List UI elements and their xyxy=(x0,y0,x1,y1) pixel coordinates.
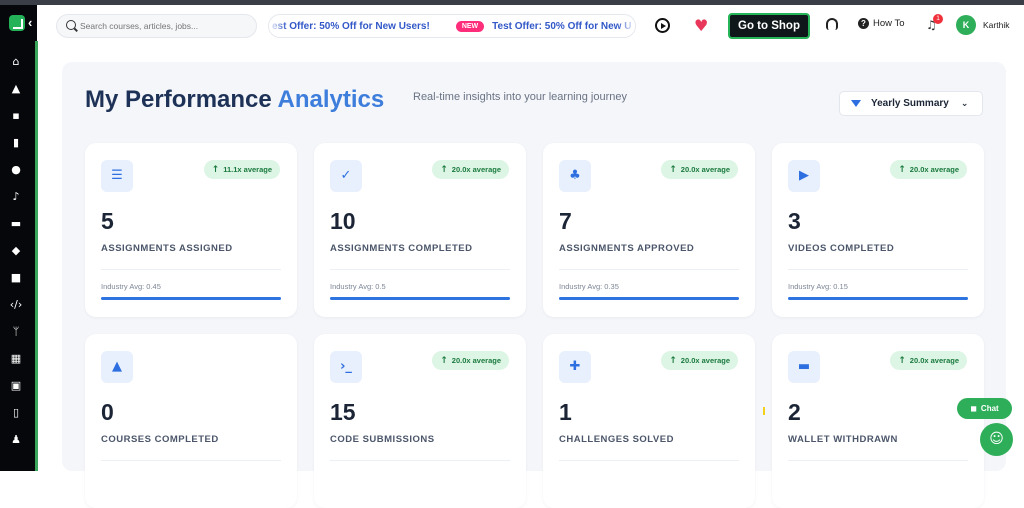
sidebar-accent-bar xyxy=(35,41,38,471)
stat-value: 5 xyxy=(101,208,114,234)
heart-pulse-icon[interactable]: ♥ xyxy=(694,16,708,35)
top-header: est Offer: 50% Off for New Users! NEW Te… xyxy=(38,5,1024,48)
graduation-cap-icon: ▲ xyxy=(101,351,133,383)
chat-bubbles-icon[interactable]: ◆ xyxy=(9,244,23,258)
industry-average: Industry Avg: 0.5 xyxy=(330,282,386,291)
text-cursor xyxy=(763,407,765,415)
lightbulb-icon[interactable]: ● xyxy=(9,163,23,177)
notification-badge: 1 xyxy=(933,14,943,24)
stat-card-challenges-solved[interactable]: ✚ ↑ 20.0x average 1 CHALLENGES SOLVED xyxy=(543,334,755,508)
stat-card-assignments-completed[interactable]: ✓ ↑ 20.0x average 10 ASSIGNMENTS COMPLETE… xyxy=(314,143,526,317)
yearly-summary-dropdown[interactable]: Yearly Summary ⌄ xyxy=(839,91,983,116)
graduation-cap-icon[interactable]: ▲ xyxy=(9,82,23,96)
wallet-icon: ▬ xyxy=(788,351,820,383)
stat-value: 3 xyxy=(788,208,801,234)
industry-average: Industry Avg: 0.45 xyxy=(101,282,161,291)
progress-bar xyxy=(330,297,510,300)
stat-label: CODE SUBMISSIONS xyxy=(330,434,435,445)
home-icon[interactable]: ⌂ xyxy=(9,55,23,69)
user-name[interactable]: Karthik xyxy=(983,20,1009,30)
page-title-main: My Performance xyxy=(85,86,272,113)
code-icon[interactable]: ‹/› xyxy=(9,298,23,312)
briefcase-icon[interactable]: ▣ xyxy=(9,379,23,393)
page-subtitle: Real-time insights into your learning jo… xyxy=(413,91,627,103)
search-input[interactable] xyxy=(80,18,250,34)
play-circle-icon: ▶ xyxy=(788,160,820,192)
collapse-sidebar-icon[interactable]: ‹ xyxy=(28,15,32,30)
average-pill: ↑ 11.1x average xyxy=(203,160,280,179)
app-logo[interactable] xyxy=(9,15,25,31)
stat-card-videos-completed[interactable]: ▶ ↑ 20.0x average 3 VIDEOS COMPLETED Indu… xyxy=(772,143,984,317)
promo-ticker[interactable]: est Offer: 50% Off for New Users! NEW Te… xyxy=(268,14,636,38)
page-title: My Performance Analytics xyxy=(85,86,384,114)
calendar-icon[interactable]: ▦ xyxy=(9,352,23,366)
go-to-shop-button[interactable]: Go to Shop xyxy=(728,13,810,39)
double-check-icon: ✓ xyxy=(330,160,362,192)
industry-average: Industry Avg: 0.35 xyxy=(559,282,619,291)
stat-label: ASSIGNMENTS COMPLETED xyxy=(330,243,473,254)
search-icon xyxy=(66,20,76,30)
stat-label: ASSIGNMENTS ASSIGNED xyxy=(101,243,233,254)
average-pill: ↑ 20.0x average xyxy=(890,160,967,179)
stat-value: 7 xyxy=(559,208,572,234)
checklist-icon: ☰ xyxy=(101,160,133,192)
document-icon[interactable]: ▯ xyxy=(9,406,23,420)
average-pill: ↑ 20.0x average xyxy=(432,160,509,179)
chat-bubble-icon: ◼ xyxy=(970,404,977,413)
notes-icon[interactable]: ▪ xyxy=(9,109,23,123)
new-badge: NEW xyxy=(455,20,485,32)
chat-label: Chat xyxy=(980,404,999,413)
progress-bar xyxy=(101,297,281,300)
ticker-offer-text: est Offer: 50% Off for New Users! xyxy=(272,20,430,32)
chatbot-icon[interactable]: ☺ xyxy=(980,423,1013,456)
filter-icon xyxy=(851,100,861,107)
stat-label: WALLET WITHDRAWN xyxy=(788,434,898,445)
play-circle-icon[interactable] xyxy=(655,18,670,33)
chat-button[interactable]: ◼ Chat xyxy=(957,398,1012,419)
average-pill: ↑ 20.0x average xyxy=(890,351,967,370)
book-icon[interactable]: ▬ xyxy=(9,217,23,231)
stat-value: 2 xyxy=(788,399,801,425)
progress-bar xyxy=(788,297,968,300)
stat-value: 0 xyxy=(101,399,114,425)
stat-value: 15 xyxy=(330,399,356,425)
average-pill: ↑ 20.0x average xyxy=(661,351,738,370)
newspaper-icon[interactable]: ■ xyxy=(9,271,23,285)
headset-icon[interactable] xyxy=(826,18,838,30)
progress-bar xyxy=(559,297,739,300)
stat-card-courses-completed[interactable]: ▲ 0 COURSES COMPLETED xyxy=(85,334,297,508)
average-pill: ↑ 20.0x average xyxy=(432,351,509,370)
stat-label: COURSES COMPLETED xyxy=(101,434,219,445)
help-icon: ? xyxy=(858,18,869,29)
yearly-summary-label: Yearly Summary xyxy=(871,98,949,109)
puzzle-icon: ✚ xyxy=(559,351,591,383)
stat-value: 1 xyxy=(559,399,572,425)
ticker-offer-text-2: Test Offer: 50% Off for New U xyxy=(492,20,632,32)
sidebar: ‹ ⌂ ▲ ▪ ▮ ● ♪ ▬ ◆ ■ ‹/› ᛘ ▦ ▣ ▯ ♟ xyxy=(0,5,38,471)
stat-card-code-submissions[interactable]: ›_ ↑ 20.0x average 15 CODE SUBMISSIONS xyxy=(314,334,526,508)
microphone-icon[interactable]: ♪ xyxy=(9,190,23,204)
chevron-down-icon: ⌄ xyxy=(960,98,969,109)
stat-label: VIDEOS COMPLETED xyxy=(788,243,895,254)
average-pill: ↑ 20.0x average xyxy=(661,160,738,179)
how-to-label: How To xyxy=(873,18,905,29)
clipboard-icon[interactable]: ▮ xyxy=(9,136,23,150)
terminal-icon: ›_ xyxy=(330,351,362,383)
branch-icon[interactable]: ᛘ xyxy=(9,325,23,339)
stat-label: CHALLENGES SOLVED xyxy=(559,434,674,445)
avatar[interactable]: K xyxy=(956,15,976,35)
stat-card-assignments-assigned[interactable]: ☰ ↑ 11.1x average 5 ASSIGNMENTS ASSIGNED … xyxy=(85,143,297,317)
stat-value: 10 xyxy=(330,208,356,234)
search-box[interactable] xyxy=(56,14,257,38)
thumbs-up-icon: ♣ xyxy=(559,160,591,192)
stat-card-wallet-withdrawn[interactable]: ▬ ↑ 20.0x average 2 WALLET WITHDRAWN xyxy=(772,334,984,508)
industry-average: Industry Avg: 0.15 xyxy=(788,282,848,291)
user-check-icon[interactable]: ♟ xyxy=(9,433,23,447)
how-to-link[interactable]: ? How To xyxy=(858,18,905,29)
stat-label: ASSIGNMENTS APPROVED xyxy=(559,243,695,254)
page-title-accent: Analytics xyxy=(277,86,385,113)
stat-card-assignments-approved[interactable]: ♣ ↑ 20.0x average 7 ASSIGNMENTS APPROVED … xyxy=(543,143,755,317)
